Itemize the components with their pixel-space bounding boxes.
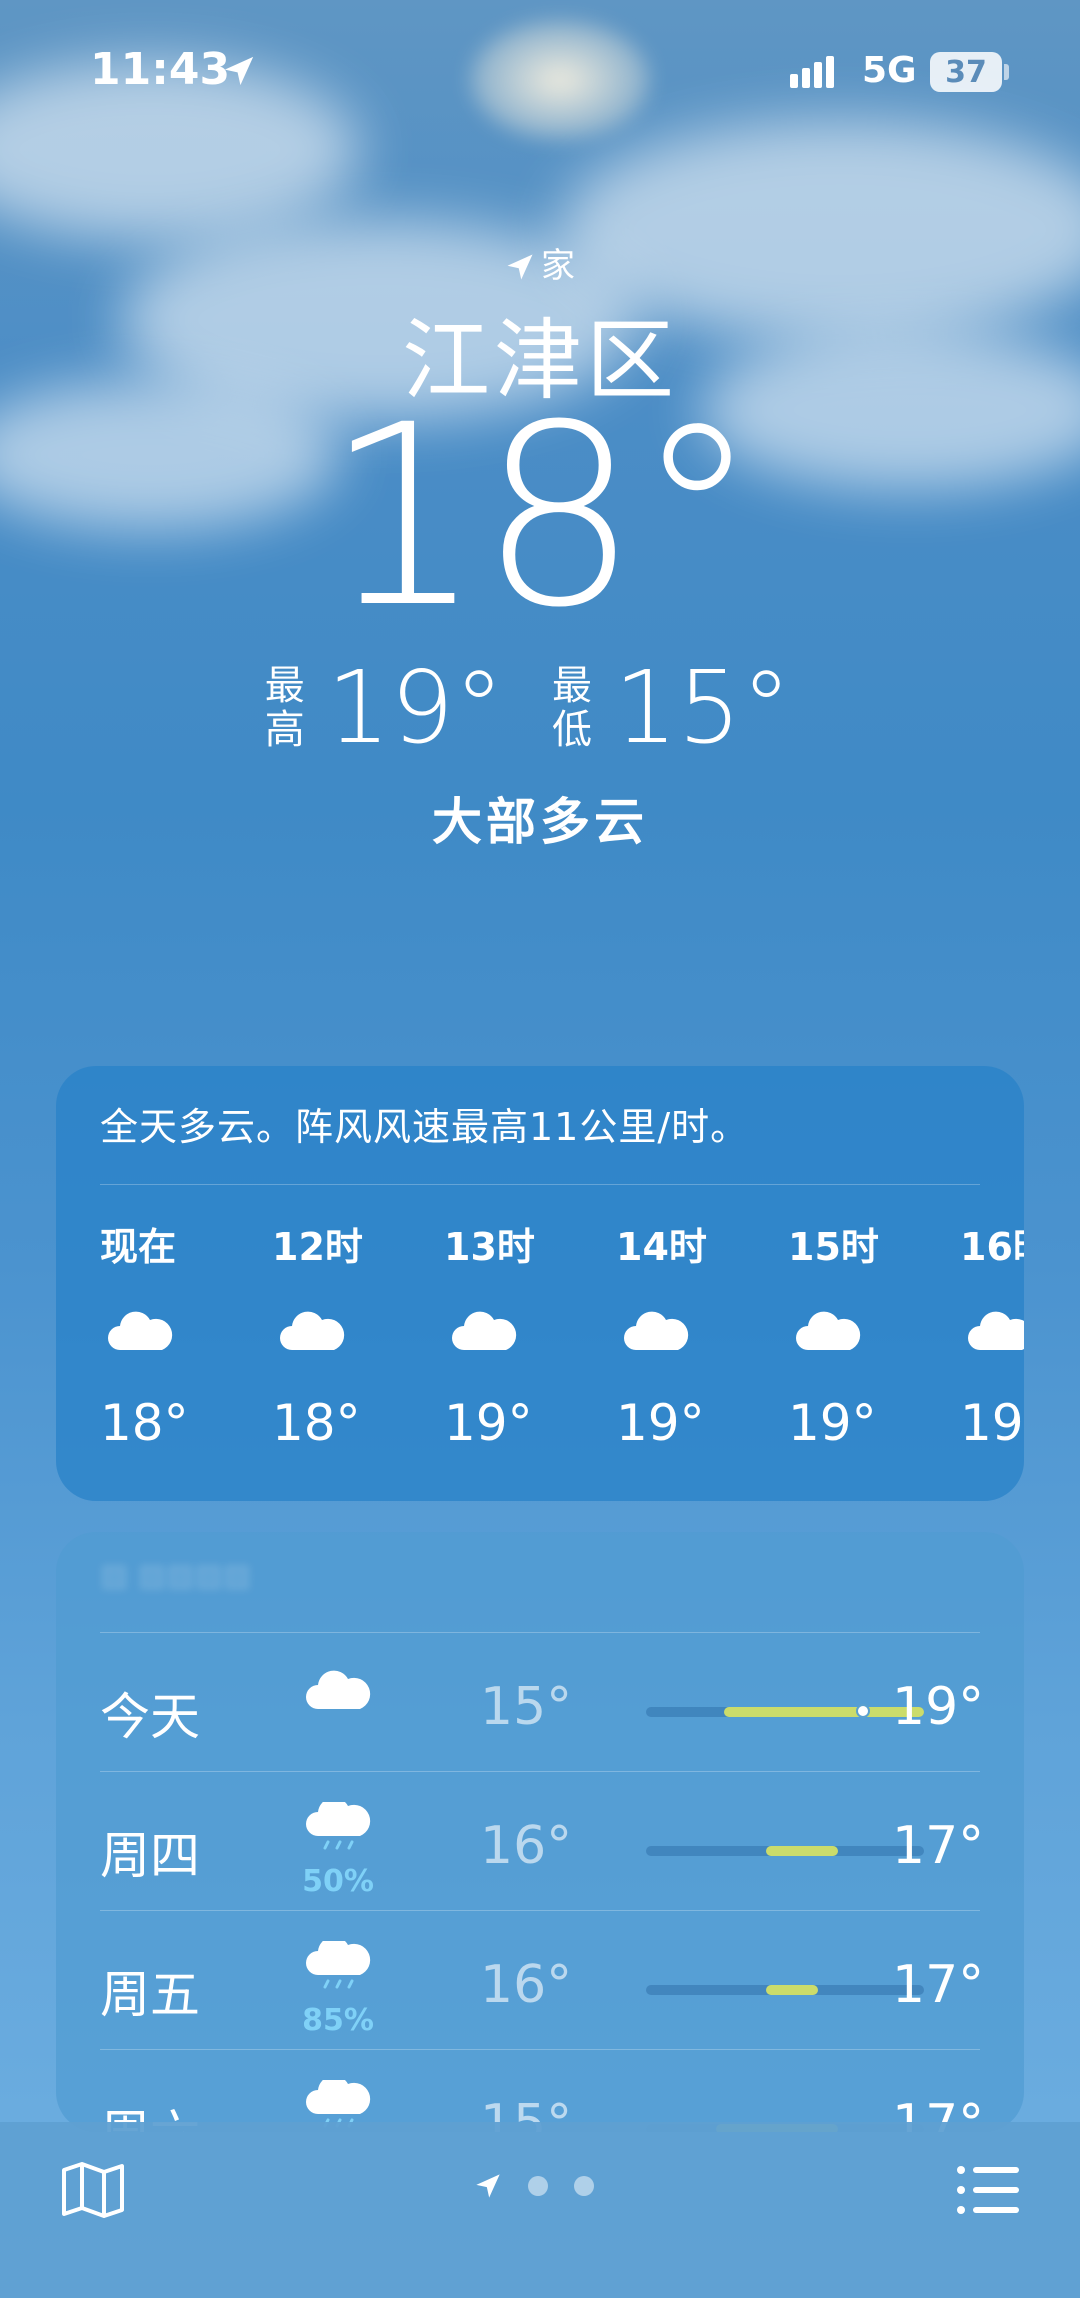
current-temp-dot [855, 1704, 870, 1718]
daily-row[interactable]: 周五 85% 16° 17° [100, 1911, 984, 2050]
location-arrow-icon[interactable] [474, 2172, 502, 2200]
precip-chance: 85% [302, 2003, 374, 2038]
location-arrow-icon [224, 56, 254, 86]
bottom-toolbar [0, 2122, 1080, 2298]
hour-item: 15时 19° [788, 1225, 879, 1452]
low-temp: 16° [480, 1816, 573, 1876]
temp-range-fill [765, 1985, 819, 1995]
cloud-icon [796, 1311, 861, 1350]
weather-condition: 大部多云 [432, 793, 648, 851]
daily-row[interactable]: 周六 15° 17° [100, 2050, 984, 2132]
low-label: 最低 [552, 663, 592, 753]
cloud-icon [968, 1311, 1024, 1350]
status-time: 11:43 [90, 44, 231, 95]
daily-row[interactable]: 周四 50% 16° 17° [100, 1772, 984, 1911]
hour-item: 现在 18° [100, 1225, 189, 1452]
high-temp: 19° [326, 649, 504, 766]
hourly-list[interactable]: 现在 18° 12时 18° 13时 19° 14时 19° 15时 19° 1… [100, 1216, 1024, 1476]
high-temp: 17° [892, 1816, 985, 1876]
network-type: 5G [862, 50, 917, 91]
cloud-icon [306, 1670, 371, 1709]
forecast-summary: 全天多云。阵风风速最高11公里/时。 [100, 1105, 750, 1149]
home-label: 家 [541, 246, 575, 286]
page-dot[interactable] [574, 2176, 594, 2196]
temp-range-bar [646, 1985, 924, 1995]
day-label: 今天 [100, 1688, 200, 1746]
hour-item: 12时 18° [272, 1225, 363, 1452]
hour-item: 16时 19° [960, 1216, 1024, 1476]
page-dot[interactable] [528, 2176, 548, 2196]
day-label: 周四 [100, 1827, 200, 1885]
low-temp: 16° [480, 1955, 573, 2015]
hour-item: 13时 19° [444, 1225, 535, 1452]
daily-forecast-header: ▨ ▨▨▨▨ [100, 1558, 252, 1593]
low-temp: 15° [614, 649, 792, 766]
temp-range-bar [646, 1704, 924, 1718]
cloud-icon [452, 1311, 517, 1350]
list-icon[interactable] [955, 2162, 1021, 2218]
map-icon[interactable] [60, 2160, 126, 2220]
precip-chance: 50% [302, 1864, 374, 1899]
hour-item: 14时 19° [616, 1225, 707, 1452]
home-location-label: 家 [0, 238, 1080, 287]
hourly-forecast-card[interactable]: 全天多云。阵风风速最高11公里/时。 现在 18° 12时 18° 13时 19… [56, 1066, 1024, 1501]
current-temperature: 18° [324, 371, 759, 662]
cloud-icon [624, 1311, 689, 1350]
page-indicator[interactable] [474, 2172, 594, 2200]
day-label: 周五 [100, 1966, 200, 2024]
high-label: 最高 [264, 663, 305, 753]
rain-cloud-icon [306, 1802, 371, 1850]
location-arrow-icon [507, 254, 533, 280]
temp-range-fill [765, 1846, 838, 1856]
cloud-icon [108, 1311, 173, 1350]
high-temp: 19° [892, 1677, 985, 1737]
signal-icon [790, 56, 834, 88]
temp-range-bar [646, 1846, 924, 1856]
rain-cloud-icon [306, 1941, 371, 1989]
cloud-icon [280, 1311, 345, 1350]
daily-forecast-card[interactable]: ▨ ▨▨▨▨ 今天 15° 19° 周四 50% 16° 17° 周五 85% … [56, 1532, 1024, 2132]
battery-level: 37 [945, 54, 987, 90]
low-temp: 15° [480, 1677, 573, 1737]
daily-row[interactable]: 今天 15° 19° [100, 1633, 984, 1772]
high-low-temps: 最高 19° 最低 15° [0, 658, 1080, 758]
high-temp: 17° [892, 1955, 985, 2015]
status-bar: 11:43 5G 37 [0, 0, 1080, 140]
battery-icon: 37 [930, 52, 1002, 92]
